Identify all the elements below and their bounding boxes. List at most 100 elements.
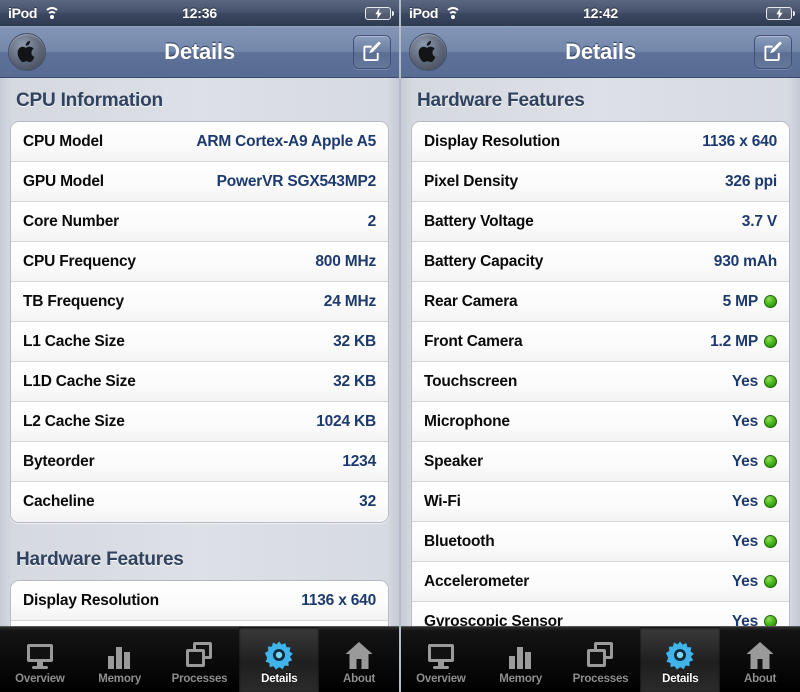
table-row[interactable]: Battery Capacity 930 mAh bbox=[412, 242, 789, 282]
home-icon bbox=[745, 639, 775, 670]
compose-edit-icon[interactable] bbox=[353, 34, 391, 69]
tab-bar-left[interactable]: Overview Memory Processes Details About bbox=[0, 626, 399, 692]
tab-processes[interactable]: Processes bbox=[561, 627, 641, 692]
page-title: Details bbox=[565, 38, 636, 64]
row-key: GPU Model bbox=[23, 172, 104, 190]
row-key: L1 Cache Size bbox=[23, 332, 125, 350]
row-key: Accelerometer bbox=[424, 572, 530, 590]
tab-details[interactable]: Details bbox=[239, 627, 320, 692]
table-row[interactable]: Rear Camera 5 MP bbox=[412, 282, 789, 322]
tab-about[interactable]: About bbox=[720, 627, 800, 692]
details-table: CPU Model ARM Cortex-A9 Apple A5 GPU Model… bbox=[10, 121, 389, 523]
table-row[interactable]: L2 Cache Size 1024 KB bbox=[11, 402, 388, 442]
section-header: Hardware Features bbox=[16, 549, 184, 570]
table-row[interactable]: Accelerometer Yes bbox=[412, 562, 789, 602]
status-dot-green-icon bbox=[764, 495, 777, 508]
tab-memory[interactable]: Memory bbox=[481, 627, 561, 692]
tab-processes[interactable]: Processes bbox=[160, 627, 240, 692]
details-table: Display Resolution 1136 x 640 Pixel Densit… bbox=[411, 121, 790, 683]
row-value: Yes bbox=[732, 453, 777, 471]
tab-label: Details bbox=[261, 672, 298, 685]
status-bar-clock: 12:36 bbox=[182, 5, 217, 21]
row-key: Battery Capacity bbox=[424, 252, 544, 270]
tab-details[interactable]: Details bbox=[640, 627, 721, 692]
row-value: Yes bbox=[732, 573, 777, 591]
gear-icon bbox=[665, 639, 695, 670]
navigation-bar-right: Details bbox=[401, 26, 800, 78]
row-value-text: 32 KB bbox=[333, 332, 376, 350]
battery-charging-icon bbox=[766, 6, 795, 20]
row-value: Yes bbox=[732, 493, 777, 511]
status-dot-green-icon bbox=[764, 335, 777, 348]
table-row[interactable]: Pixel Density 326 ppi bbox=[412, 162, 789, 202]
row-key: Byteorder bbox=[23, 452, 95, 470]
row-value-text: Yes bbox=[731, 492, 758, 510]
row-key: Bluetooth bbox=[424, 532, 495, 550]
screenshot-stage: iPod 12:36 Details CPU Information CPU M… bbox=[0, 0, 800, 692]
status-bar-right: iPod 12:42 bbox=[401, 0, 800, 26]
row-value-text: 32 KB bbox=[333, 372, 376, 390]
page-title: Details bbox=[164, 38, 235, 64]
tab-overview[interactable]: Overview bbox=[0, 627, 80, 692]
table-row[interactable]: Bluetooth Yes bbox=[412, 522, 789, 562]
row-value-text: ARM Cortex-A9 Apple A5 bbox=[196, 132, 376, 150]
tab-about[interactable]: About bbox=[319, 627, 399, 692]
row-value: 800 MHz bbox=[315, 253, 376, 271]
table-row[interactable]: Cacheline 32 bbox=[11, 482, 388, 522]
status-dot-green-icon bbox=[764, 375, 777, 388]
row-value-text: 2 bbox=[367, 212, 377, 230]
table-row[interactable]: L1D Cache Size 32 KB bbox=[11, 362, 388, 402]
table-row[interactable]: Front Camera 1.2 MP bbox=[412, 322, 789, 362]
status-bar-clock: 12:42 bbox=[583, 5, 618, 21]
gear-icon bbox=[264, 639, 294, 670]
section-header: Hardware Features bbox=[417, 90, 585, 111]
monitor-icon bbox=[426, 639, 456, 670]
row-key: Touchscreen bbox=[424, 372, 518, 390]
table-row[interactable]: Display Resolution 1136 x 640 bbox=[412, 122, 789, 162]
row-value-text: 32 bbox=[359, 493, 376, 510]
tab-memory[interactable]: Memory bbox=[80, 627, 160, 692]
table-row[interactable]: Display Resolution 1136 x 640 bbox=[11, 581, 388, 621]
row-value: 5 MP bbox=[723, 293, 777, 311]
row-key: Microphone bbox=[424, 412, 510, 430]
table-row[interactable]: Wi-Fi Yes bbox=[412, 482, 789, 522]
table-row[interactable]: Byteorder 1234 bbox=[11, 442, 388, 482]
table-row[interactable]: CPU Frequency 800 MHz bbox=[11, 242, 388, 282]
tab-label: About bbox=[342, 672, 376, 685]
table-row[interactable]: TB Frequency 24 MHz bbox=[11, 282, 388, 322]
tab-label: Overview bbox=[416, 672, 466, 685]
table-row[interactable]: Battery Voltage 3.7 V bbox=[412, 202, 789, 242]
row-value-text: 326 ppi bbox=[724, 172, 777, 190]
compose-edit-icon[interactable] bbox=[754, 34, 792, 69]
tab-label: Processes bbox=[171, 672, 228, 685]
apple-logo-icon[interactable] bbox=[8, 32, 46, 71]
tab-label: Overview bbox=[15, 672, 65, 685]
tab-overview[interactable]: Overview bbox=[401, 627, 481, 692]
details-scroll-view-right[interactable]: Hardware Features Display Resolution 1136 … bbox=[401, 78, 800, 692]
table-row[interactable]: L1 Cache Size 32 KB bbox=[11, 322, 388, 362]
apple-logo-icon[interactable] bbox=[409, 32, 447, 71]
bar-chart-icon bbox=[506, 639, 536, 670]
sections-container-left: CPU Information CPU Model ARM Cortex-A9 Ap… bbox=[10, 78, 389, 692]
bar-chart-icon bbox=[105, 639, 135, 670]
status-dot-green-icon bbox=[764, 455, 777, 468]
table-row[interactable]: Microphone Yes bbox=[412, 402, 789, 442]
row-value-text: Yes bbox=[731, 532, 758, 550]
table-row[interactable]: Core Number 2 bbox=[11, 202, 388, 242]
table-row[interactable]: Speaker Yes bbox=[412, 442, 789, 482]
row-value: Yes bbox=[732, 533, 777, 551]
row-value: 326 ppi bbox=[725, 173, 777, 191]
tab-label: Memory bbox=[499, 672, 543, 685]
row-value: 1136 x 640 bbox=[301, 592, 376, 610]
table-row[interactable]: Touchscreen Yes bbox=[412, 362, 789, 402]
table-row[interactable]: GPU Model PowerVR SGX543MP2 bbox=[11, 162, 388, 202]
table-row[interactable]: CPU Model ARM Cortex-A9 Apple A5 bbox=[11, 122, 388, 162]
row-value: 930 mAh bbox=[714, 253, 777, 271]
row-value-text: 3.7 V bbox=[741, 212, 777, 230]
row-value-text: Yes bbox=[731, 572, 758, 590]
row-value-text: 24 MHz bbox=[323, 292, 376, 310]
row-value-text: Yes bbox=[731, 412, 758, 430]
tab-bar-right[interactable]: Overview Memory Processes Details About bbox=[401, 626, 800, 692]
details-scroll-view-left[interactable]: CPU Information CPU Model ARM Cortex-A9 Ap… bbox=[0, 78, 399, 692]
